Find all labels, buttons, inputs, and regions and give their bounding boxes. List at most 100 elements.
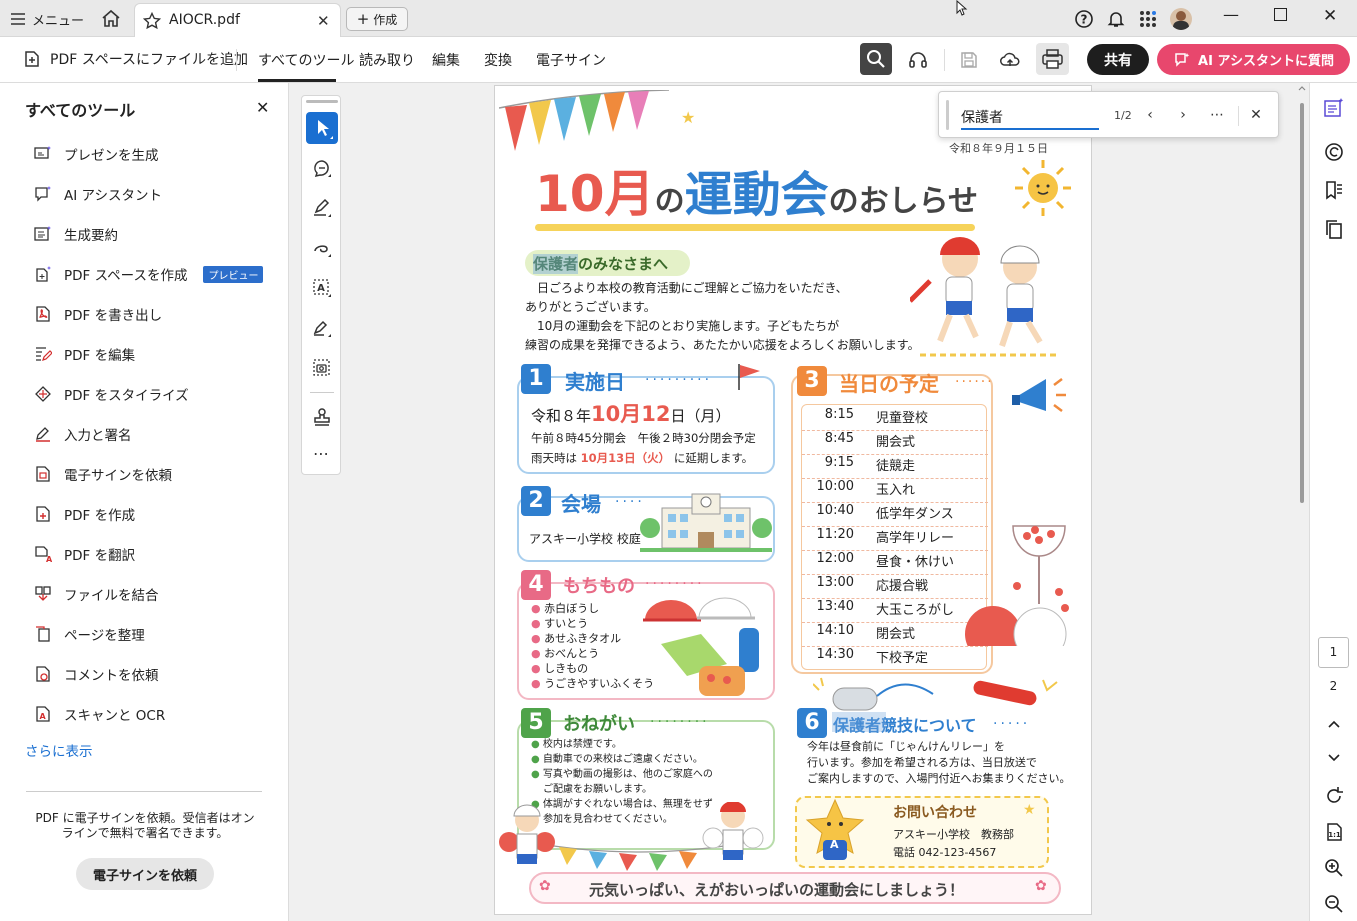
avatar[interactable] bbox=[1170, 8, 1192, 30]
add-to-pdf-space-button[interactable]: PDF スペースにファイルを追加 bbox=[22, 49, 248, 69]
pages-panel-icon[interactable] bbox=[1323, 219, 1345, 241]
bookmarks-panel-icon[interactable] bbox=[1323, 179, 1345, 201]
tab-esign[interactable]: 電子サイン bbox=[536, 50, 606, 70]
find-previous-icon[interactable]: ‹ bbox=[1141, 106, 1159, 124]
tool-item-edit-pdf[interactable]: PDF を編集 bbox=[34, 340, 135, 368]
text-box-tool-icon[interactable]: A bbox=[311, 277, 333, 299]
draw-freeform-icon[interactable] bbox=[311, 237, 333, 259]
search-button[interactable] bbox=[860, 43, 892, 75]
minimize-icon[interactable]: — bbox=[1223, 5, 1239, 24]
tool-item-request-esign[interactable]: 電子サインを依頼 bbox=[34, 460, 172, 488]
title-no: の bbox=[654, 184, 685, 219]
tab-title: AIOCR.pdf bbox=[169, 12, 240, 28]
select-tool-button[interactable] bbox=[306, 112, 338, 144]
megaphone-icon bbox=[1012, 378, 1066, 412]
item-text: うごきやすいふくそう bbox=[544, 677, 655, 690]
save-icon[interactable] bbox=[958, 49, 980, 71]
home-icon bbox=[102, 9, 120, 27]
comment-tool-icon[interactable] bbox=[311, 157, 333, 179]
ai-assistant-button[interactable]: AI アシスタントに質問 bbox=[1157, 44, 1350, 75]
tool-item-generate-presentation[interactable]: プレゼンを生成 bbox=[34, 140, 159, 168]
zoom-out-icon[interactable] bbox=[1323, 893, 1345, 915]
item-list-entry: ● すいとう bbox=[531, 617, 589, 630]
venue-name: アスキー小学校 校庭 bbox=[529, 532, 641, 546]
window-close-icon[interactable]: ✕ bbox=[1323, 6, 1337, 26]
snapshot-tool-icon[interactable] bbox=[311, 357, 333, 379]
tab-read[interactable]: 読み取り bbox=[359, 50, 415, 70]
contact-title: お問い合わせ bbox=[893, 805, 977, 821]
tool-item-label: PDF を作成 bbox=[64, 508, 136, 524]
document-tab[interactable]: AIOCR.pdf ✕ bbox=[134, 3, 341, 37]
sign-tool-icon[interactable] bbox=[311, 317, 333, 339]
tab-edit[interactable]: 編集 bbox=[432, 50, 460, 70]
scroll-up-icon[interactable] bbox=[1296, 83, 1308, 93]
show-more-link[interactable]: さらに表示 bbox=[25, 740, 93, 760]
tool-item-label: PDF を編集 bbox=[64, 348, 136, 364]
tool-item-combine-files[interactable]: ファイルを結合 bbox=[34, 580, 159, 608]
section-number: 3 bbox=[797, 366, 827, 396]
schedule-row: 8:15 児童登校 bbox=[802, 407, 988, 431]
schedule-event: 昼食・休けい bbox=[876, 555, 955, 570]
find-close-icon[interactable]: ✕ bbox=[1247, 106, 1265, 124]
highlight-pen-icon[interactable] bbox=[311, 197, 333, 219]
item-list-entry: ● あせふきタオル bbox=[531, 632, 622, 645]
star-icon[interactable] bbox=[143, 12, 161, 30]
more-tools-icon[interactable]: ⋯ bbox=[313, 444, 329, 463]
find-next-icon[interactable]: › bbox=[1174, 106, 1192, 124]
tool-item-stylize-pdf[interactable]: PDF をスタイライズ bbox=[34, 380, 189, 408]
tool-item-organize-pages[interactable]: ページを整理 bbox=[34, 620, 145, 648]
section-number: 1 bbox=[521, 364, 551, 394]
find-bar: 1/2 ‹ › ⋯ ✕ bbox=[938, 91, 1279, 138]
tool-item-generative-summary[interactable]: 生成要約 bbox=[34, 220, 118, 248]
mascot-letter: A bbox=[830, 838, 839, 851]
tab-close-icon[interactable]: ✕ bbox=[317, 12, 330, 30]
stamp-tool-icon[interactable] bbox=[311, 406, 333, 428]
tool-item-ai-assistant[interactable]: AI アシスタント bbox=[34, 180, 162, 208]
tool-item-translate-pdf[interactable]: A PDF を翻訳 bbox=[34, 540, 135, 568]
panel-close-icon[interactable]: ✕ bbox=[256, 98, 269, 117]
maximize-icon[interactable] bbox=[1274, 8, 1287, 21]
comments-panel-icon[interactable] bbox=[1323, 141, 1345, 163]
home-button[interactable] bbox=[100, 8, 122, 30]
scroll-thumb[interactable] bbox=[1300, 103, 1304, 503]
share-button[interactable]: 共有 bbox=[1087, 44, 1149, 75]
vertical-scrollbar[interactable] bbox=[1296, 83, 1308, 921]
tab-all-tools[interactable]: すべてのツール bbox=[258, 50, 354, 70]
request-text: ご配慮をお願いします。 bbox=[543, 784, 652, 795]
zoom-in-icon[interactable] bbox=[1323, 857, 1345, 879]
tool-item-fill-and-sign[interactable]: 入力と署名 bbox=[34, 420, 132, 448]
tool-item-request-comments[interactable]: コメントを依頼 bbox=[34, 660, 159, 688]
fit-page-icon[interactable]: 1:1 bbox=[1323, 821, 1345, 843]
schedule-time: 14:30 bbox=[816, 647, 854, 662]
panel-title: すべてのツール bbox=[25, 101, 136, 120]
tool-item-create-pdf[interactable]: PDF を作成 bbox=[34, 500, 135, 528]
tool-item-label: ページを整理 bbox=[64, 628, 145, 644]
help-icon[interactable]: ? bbox=[1074, 9, 1094, 29]
print-button[interactable] bbox=[1036, 43, 1069, 75]
apps-grid-icon[interactable] bbox=[1138, 9, 1158, 29]
cloud-upload-icon[interactable] bbox=[999, 49, 1021, 71]
create-label: 作成 bbox=[373, 12, 398, 27]
previous-page-icon[interactable] bbox=[1323, 713, 1345, 735]
next-page-icon[interactable] bbox=[1323, 747, 1345, 769]
ai-summary-panel-icon[interactable] bbox=[1323, 97, 1345, 119]
hamburger-icon bbox=[11, 13, 25, 25]
find-options-icon[interactable]: ⋯ bbox=[1208, 106, 1226, 124]
parent-event-line: ご案内しますので、入場門付近へお集まりください。 bbox=[807, 772, 1071, 785]
export-pdf-icon bbox=[36, 306, 50, 322]
tool-item-create-pdf-space[interactable]: PDF スペースを作成 プレビュー bbox=[34, 260, 264, 288]
rotate-icon[interactable] bbox=[1323, 785, 1345, 807]
request-text: 校内は禁煙です。 bbox=[542, 739, 622, 750]
request-esign-button[interactable]: 電子サインを依頼 bbox=[76, 858, 214, 890]
find-input[interactable] bbox=[961, 106, 1099, 130]
notification-bell-icon[interactable] bbox=[1106, 9, 1126, 29]
tab-convert[interactable]: 変換 bbox=[484, 50, 512, 70]
menu-button[interactable]: メニュー bbox=[10, 8, 84, 30]
schedule-event: 玉入れ bbox=[876, 483, 916, 498]
read-aloud-headphones-icon[interactable] bbox=[907, 49, 929, 71]
next-page-number[interactable]: 2 bbox=[1318, 679, 1349, 693]
create-button[interactable]: + 作成 bbox=[346, 7, 408, 31]
current-page-indicator[interactable]: 1 bbox=[1318, 637, 1349, 668]
tool-item-scan-ocr[interactable]: A スキャンと OCR bbox=[34, 700, 165, 728]
tool-item-export-pdf[interactable]: PDF を書き出し bbox=[34, 300, 162, 328]
